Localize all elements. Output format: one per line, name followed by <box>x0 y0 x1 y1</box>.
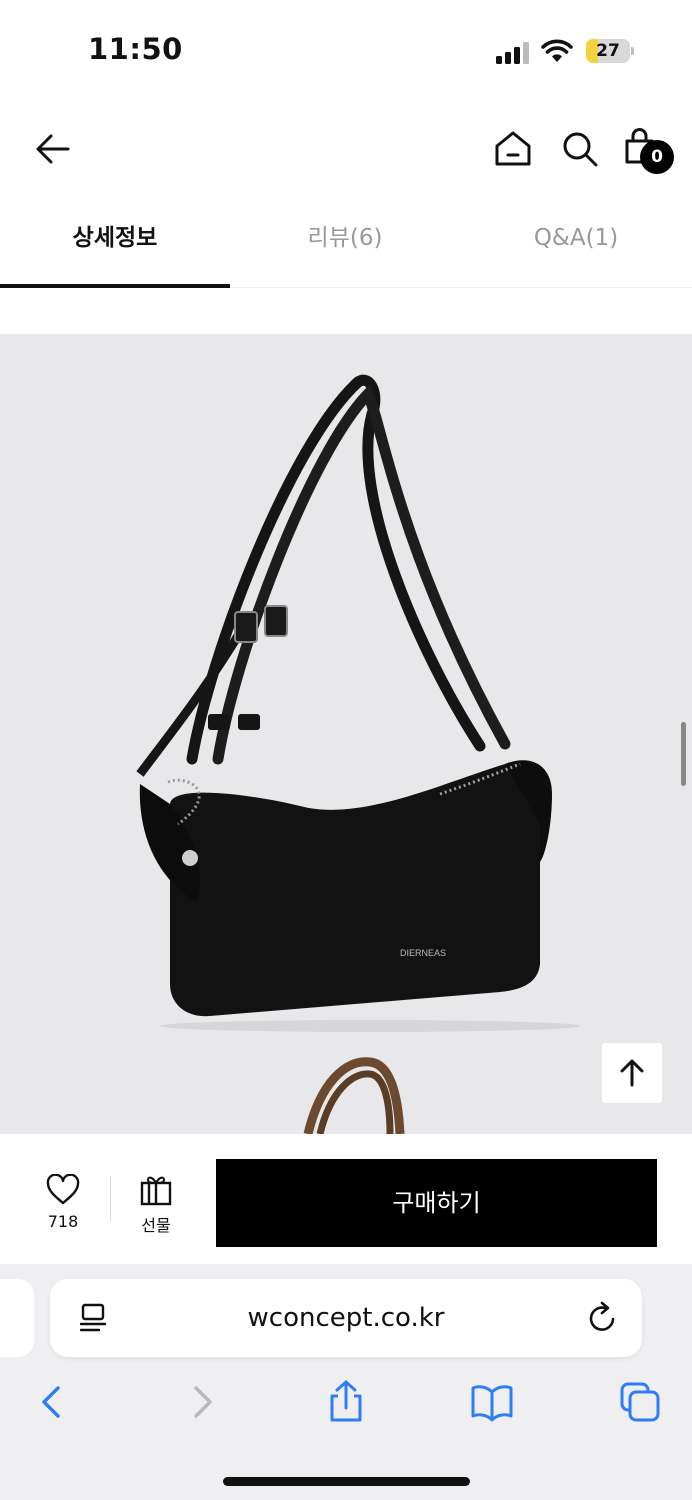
tab-detail[interactable]: 상세정보 <box>0 200 230 288</box>
heart-icon <box>46 1173 80 1205</box>
tab-qna[interactable]: Q&A(1) <box>461 200 691 288</box>
active-tab-indicator <box>0 284 230 288</box>
tabs-icon[interactable] <box>618 1380 662 1424</box>
brand-label: DIERNEAS <box>400 948 446 958</box>
gift-label: 선물 <box>141 1216 171 1235</box>
battery-nub <box>631 47 634 55</box>
gift-icon <box>140 1176 172 1206</box>
battery-body: 27 <box>586 39 630 63</box>
home-indicator <box>223 1477 470 1486</box>
url-text[interactable]: wconcept.co.kr <box>50 1279 642 1357</box>
chevron-right-icon[interactable] <box>180 1380 224 1424</box>
share-icon[interactable] <box>324 1380 368 1424</box>
home-icon[interactable] <box>494 130 532 168</box>
previous-tab-peek[interactable] <box>0 1279 34 1357</box>
address-bar[interactable]: wconcept.co.kr <box>50 1279 642 1357</box>
scroll-to-top-button[interactable] <box>602 1043 662 1103</box>
shoulder-bag-illustration: DIERNEAS <box>136 374 580 1032</box>
detail-tabs: 상세정보 리뷰(6) Q&A(1) <box>0 200 692 288</box>
cart-count-badge[interactable]: 0 <box>640 140 674 174</box>
scroll-indicator <box>681 722 686 786</box>
next-image-strap-peek <box>303 1057 405 1134</box>
arrow-up-icon <box>620 1059 644 1087</box>
battery-icon: 27 <box>586 39 634 63</box>
status-bar: 11:50 27 <box>0 0 692 100</box>
like-button[interactable]: 718 <box>30 1173 96 1234</box>
gift-button[interactable]: 선물 <box>124 1174 188 1235</box>
tab-reviews[interactable]: 리뷰(6) <box>230 200 460 288</box>
battery-level: 27 <box>596 41 620 61</box>
arrow-left-icon[interactable] <box>34 130 72 168</box>
search-icon[interactable] <box>561 130 599 168</box>
like-count: 718 <box>47 1212 79 1231</box>
wifi-icon <box>541 39 573 62</box>
chevron-left-icon[interactable] <box>30 1380 74 1424</box>
status-time: 11:50 <box>88 32 183 66</box>
cellular-signal-icon <box>496 42 529 64</box>
reload-icon[interactable] <box>588 1301 618 1333</box>
buy-now-button[interactable]: 구매하기 <box>216 1159 657 1247</box>
book-icon[interactable] <box>470 1380 514 1424</box>
product-image: DIERNEAS <box>0 334 692 1134</box>
purchase-bar-divider <box>110 1176 111 1222</box>
reader-icon[interactable] <box>80 1303 108 1333</box>
